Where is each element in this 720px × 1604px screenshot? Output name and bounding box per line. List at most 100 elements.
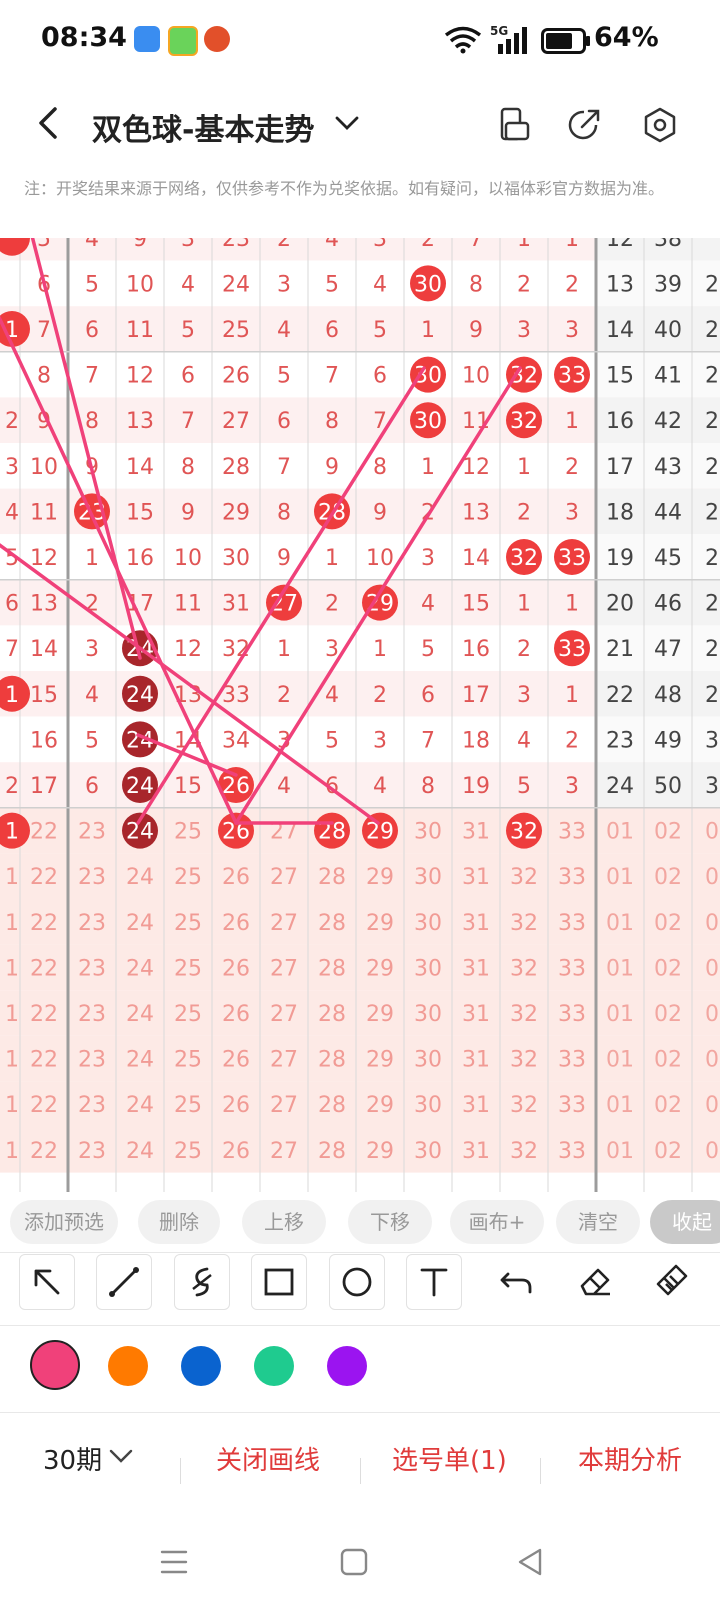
trend-chart-svg[interactable]: 5493232432711123865104243543082213392176… xyxy=(0,238,720,1192)
omission-value: 3 xyxy=(373,238,387,252)
omission-value: 11 xyxy=(126,318,154,343)
omission-value: 7 xyxy=(85,364,99,389)
omission-value: 15 xyxy=(462,592,490,617)
omission-value: 1 xyxy=(517,592,531,617)
color-swatch-orange[interactable] xyxy=(108,1346,148,1386)
omission-value: 30 xyxy=(414,911,442,936)
omission-value: 27 xyxy=(270,911,298,936)
selection-list-button[interactable]: 选号单(1) xyxy=(392,1440,507,1477)
color-swatch-pink[interactable] xyxy=(30,1340,80,1390)
app-notification-icon xyxy=(134,26,160,52)
omission-value: 24 xyxy=(126,1093,154,1118)
omission-value: 30 xyxy=(414,1139,442,1164)
omission-value: 27 xyxy=(270,865,298,890)
omission-value: 33 xyxy=(558,1139,586,1164)
video-app-icon xyxy=(168,26,198,56)
page-title[interactable]: 双色球-基本走势 xyxy=(92,105,314,149)
omission-value: 2 xyxy=(705,500,719,525)
omission-value: 28 xyxy=(318,911,346,936)
color-swatch-purple[interactable] xyxy=(327,1346,367,1386)
line-tool-button[interactable] xyxy=(96,1254,152,1310)
omission-value: 10 xyxy=(30,455,58,480)
omission-value: 9 xyxy=(325,455,339,480)
period-selector[interactable]: 30期 xyxy=(43,1440,102,1477)
menu-nav-icon[interactable] xyxy=(156,1544,192,1580)
omission-value: 25 xyxy=(174,1093,202,1118)
omission-value: 23 xyxy=(222,238,250,252)
winning-number: 32 xyxy=(510,409,538,434)
omission-value: 17 xyxy=(606,455,634,480)
omission-value: 26 xyxy=(222,956,250,981)
omission-value: 16 xyxy=(462,637,490,662)
omission-value: 49 xyxy=(654,728,682,753)
omission-value: 29 xyxy=(366,865,394,890)
divider xyxy=(360,1458,361,1484)
omission-value: 23 xyxy=(78,1139,106,1164)
omission-value: 50 xyxy=(654,774,682,799)
move-down-button[interactable]: 下移 xyxy=(348,1200,432,1244)
omission-value: 26 xyxy=(222,1093,250,1118)
omission-value: 13 xyxy=(462,500,490,525)
omission-value: 25 xyxy=(174,1139,202,1164)
back-nav-icon[interactable] xyxy=(512,1544,548,1580)
omission-value: 22 xyxy=(30,865,58,890)
clear-brush-icon[interactable] xyxy=(646,1254,700,1308)
omission-value: 6 xyxy=(373,364,387,389)
rectangle-tool-button[interactable] xyxy=(251,1254,307,1310)
omission-value: 29 xyxy=(366,1093,394,1118)
add-canvas-button[interactable]: 画布+ xyxy=(450,1200,544,1244)
omission-value: 29 xyxy=(366,956,394,981)
omission-value: 25 xyxy=(174,1002,202,1027)
delete-button[interactable]: 删除 xyxy=(138,1200,220,1244)
period-chevron-down-icon[interactable] xyxy=(108,1446,134,1466)
curve-tool-icon xyxy=(192,1267,212,1297)
settings-icon[interactable] xyxy=(640,105,680,145)
omission-value: 25 xyxy=(174,956,202,981)
winning-number: 30 xyxy=(414,409,442,434)
omission-value: 5 xyxy=(517,774,531,799)
omission-value: 2 xyxy=(277,683,291,708)
color-swatch-blue[interactable] xyxy=(181,1346,221,1386)
omission-value: 8 xyxy=(277,500,291,525)
omission-value: 2 xyxy=(565,728,579,753)
omission-value: 2 xyxy=(705,318,719,343)
omission-value: 23 xyxy=(78,1093,106,1118)
clear-button[interactable]: 清空 xyxy=(556,1200,640,1244)
omission-value: 21 xyxy=(606,637,634,662)
omission-value: 5 xyxy=(85,728,99,753)
move-up-button[interactable]: 上移 xyxy=(242,1200,326,1244)
omission-value: 28 xyxy=(318,1002,346,1027)
omission-value: 5 xyxy=(37,238,51,252)
eraser-icon[interactable] xyxy=(568,1254,622,1308)
winning-number: 1 xyxy=(5,820,19,845)
home-nav-icon[interactable] xyxy=(336,1544,372,1580)
chevron-down-icon[interactable] xyxy=(334,113,360,133)
omission-value: 24 xyxy=(126,956,154,981)
trend-chart-grid[interactable]: 5493232432711123865104243543082213392176… xyxy=(0,238,720,1192)
omission-value: 7 xyxy=(37,318,51,343)
add-preselection-button[interactable]: 添加预选 xyxy=(10,1200,118,1244)
omission-value: 5 xyxy=(325,728,339,753)
current-analysis-button[interactable]: 本期分析 xyxy=(578,1440,682,1477)
omission-value: 2 xyxy=(373,683,387,708)
undo-icon[interactable] xyxy=(490,1254,544,1308)
share-icon[interactable] xyxy=(564,105,604,145)
omission-value: 2 xyxy=(565,272,579,297)
color-palette xyxy=(0,1325,720,1413)
arrow-tool-button[interactable] xyxy=(19,1254,75,1310)
close-lines-button[interactable]: 关闭画线 xyxy=(216,1440,320,1477)
omission-value: 01 xyxy=(606,911,634,936)
text-tool-button[interactable] xyxy=(406,1254,462,1310)
omission-value: 1 xyxy=(373,637,387,662)
rotate-screen-icon[interactable] xyxy=(494,105,534,145)
back-arrow-icon[interactable] xyxy=(30,103,70,143)
omission-value: 39 xyxy=(654,272,682,297)
omission-value: 11 xyxy=(174,592,202,617)
color-swatch-green[interactable] xyxy=(254,1346,294,1386)
collapse-button[interactable]: 收起 xyxy=(650,1200,720,1244)
omission-value: 24 xyxy=(126,911,154,936)
omission-value: 2 xyxy=(325,592,339,617)
omission-value: 02 xyxy=(654,911,682,936)
curve-tool-button[interactable] xyxy=(174,1254,230,1310)
circle-tool-button[interactable] xyxy=(329,1254,385,1310)
